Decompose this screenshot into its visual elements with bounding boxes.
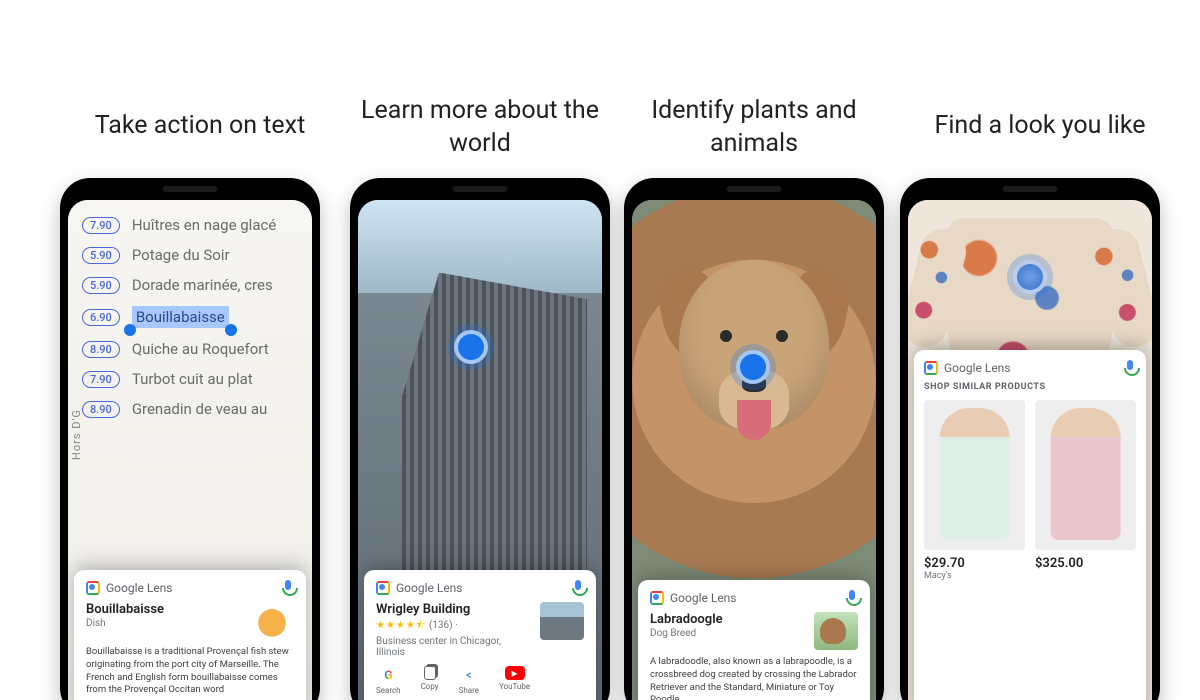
- heading-world: Learn more about the world: [360, 95, 600, 160]
- lens-icon: [376, 581, 390, 595]
- menu-row[interactable]: 7.90Turbot cuit au plat: [68, 364, 312, 394]
- product-image: [924, 400, 1025, 550]
- menu-row[interactable]: 7.90Huîtres en nage glacé: [68, 210, 312, 240]
- mic-icon[interactable]: [1124, 360, 1136, 376]
- lens-brand: Google Lens: [376, 581, 463, 595]
- card-title: Wrigley Building: [376, 602, 532, 617]
- phone-look: Google Lens SHOP SIMILAR PRODUCTS $29.70…: [900, 178, 1160, 700]
- lens-target-icon[interactable]: [454, 330, 488, 364]
- lens-icon: [650, 591, 664, 605]
- result-card[interactable]: Google Lens Labradoogle Dog Breed A labr…: [638, 580, 870, 700]
- result-card[interactable]: Google Lens Bouillabaisse Dish Bouillaba…: [74, 570, 306, 700]
- heading-text: Take action on text: [70, 110, 330, 143]
- lens-target-icon[interactable]: [736, 350, 770, 384]
- thumb-building-icon: [540, 602, 584, 640]
- product-price: $29.70: [924, 556, 1025, 571]
- phone-world: Google Lens Wrigley Building ★★★★⯪ (136)…: [350, 178, 610, 700]
- lens-icon: [86, 581, 100, 595]
- action-share[interactable]: <Share: [459, 666, 479, 695]
- google-g-icon: G: [379, 666, 397, 684]
- card-subtitle: Dog Breed: [650, 628, 723, 639]
- screen-look: Google Lens SHOP SIMILAR PRODUCTS $29.70…: [908, 200, 1152, 700]
- card-kv: Labradoogle Dog Breed: [650, 612, 858, 650]
- product-store: Macy's: [924, 571, 1025, 581]
- screen-animals: Google Lens Labradoogle Dog Breed A labr…: [632, 200, 876, 700]
- card-subtitle: Business center in Chicagor, Illinois: [376, 636, 532, 658]
- mic-icon[interactable]: [572, 580, 584, 596]
- result-card[interactable]: Google Lens Wrigley Building ★★★★⯪ (136)…: [364, 570, 596, 700]
- phone-text: Hors D'G 7.90Huîtres en nage glacé 5.90P…: [60, 178, 320, 700]
- mic-icon[interactable]: [846, 590, 858, 606]
- card-header: Google Lens: [376, 580, 584, 596]
- shop-label: SHOP SIMILAR PRODUCTS: [924, 382, 1136, 392]
- shop-card[interactable]: Google Lens SHOP SIMILAR PRODUCTS $29.70…: [914, 350, 1146, 700]
- menu-row[interactable]: 5.90Potage du Soir: [68, 240, 312, 270]
- selection-handle-right[interactable]: [225, 324, 237, 336]
- lens-icon: [924, 361, 938, 375]
- promo-stage: Take action on text Learn more about the…: [0, 0, 1200, 700]
- card-desc: Bouillabaisse is a traditional Provençal…: [86, 646, 294, 697]
- menu-row[interactable]: 5.90Dorade marinée, cres: [68, 270, 312, 300]
- phone-animals: Google Lens Labradoogle Dog Breed A labr…: [624, 178, 884, 700]
- lens-brand: Google Lens: [86, 581, 173, 595]
- card-header: Google Lens: [86, 580, 294, 596]
- lens-brand: Google Lens: [924, 361, 1011, 375]
- card-desc: A labradoodle, also known as a labrapood…: [650, 656, 858, 700]
- card-kv: Bouillabaisse Dish: [86, 602, 294, 640]
- product-card[interactable]: $29.70 Macy's: [924, 400, 1025, 581]
- menu-row[interactable]: 8.90Quiche au Roquefort: [68, 334, 312, 364]
- heading-animals: Identify plants and animals: [634, 95, 874, 160]
- lens-target-icon[interactable]: [1013, 260, 1047, 294]
- menu-row[interactable]: 8.90Grenadin de veau au: [68, 394, 312, 424]
- product-row: $29.70 Macy's $325.00: [924, 400, 1136, 581]
- thumb-dog-icon: [814, 612, 858, 650]
- action-copy[interactable]: Copy: [421, 666, 439, 695]
- card-kv: Wrigley Building ★★★★⯪ (136) · Business …: [376, 602, 584, 658]
- card-rating: ★★★★⯪ (136) ·: [376, 618, 532, 635]
- product-price: $325.00: [1035, 556, 1136, 571]
- selection-handle-left[interactable]: [124, 324, 136, 336]
- youtube-icon: ▸: [505, 666, 525, 680]
- mic-icon[interactable]: [282, 580, 294, 596]
- card-title: Labradoogle: [650, 612, 723, 627]
- menu-row-selected[interactable]: 6.90Bouillabaisse: [68, 300, 312, 334]
- thumb-dish-icon: [250, 602, 294, 640]
- action-search[interactable]: GSearch: [376, 666, 401, 695]
- product-image: [1035, 400, 1136, 550]
- action-youtube[interactable]: ▸YouTube: [499, 666, 530, 695]
- card-title: Bouillabaisse: [86, 602, 164, 617]
- card-header: Google Lens: [924, 360, 1136, 376]
- card-actions: GSearch Copy <Share ▸YouTube: [376, 666, 584, 695]
- share-icon: <: [460, 666, 478, 684]
- menu-side-label: Hors D'G: [70, 409, 83, 460]
- card-header: Google Lens: [650, 590, 858, 606]
- heading-look: Find a look you like: [910, 110, 1170, 143]
- lens-brand: Google Lens: [650, 591, 737, 605]
- screen-world: Google Lens Wrigley Building ★★★★⯪ (136)…: [358, 200, 602, 700]
- copy-icon: [424, 666, 436, 680]
- screen-text: Hors D'G 7.90Huîtres en nage glacé 5.90P…: [68, 200, 312, 700]
- card-subtitle: Dish: [86, 618, 164, 629]
- product-card[interactable]: $325.00: [1035, 400, 1136, 581]
